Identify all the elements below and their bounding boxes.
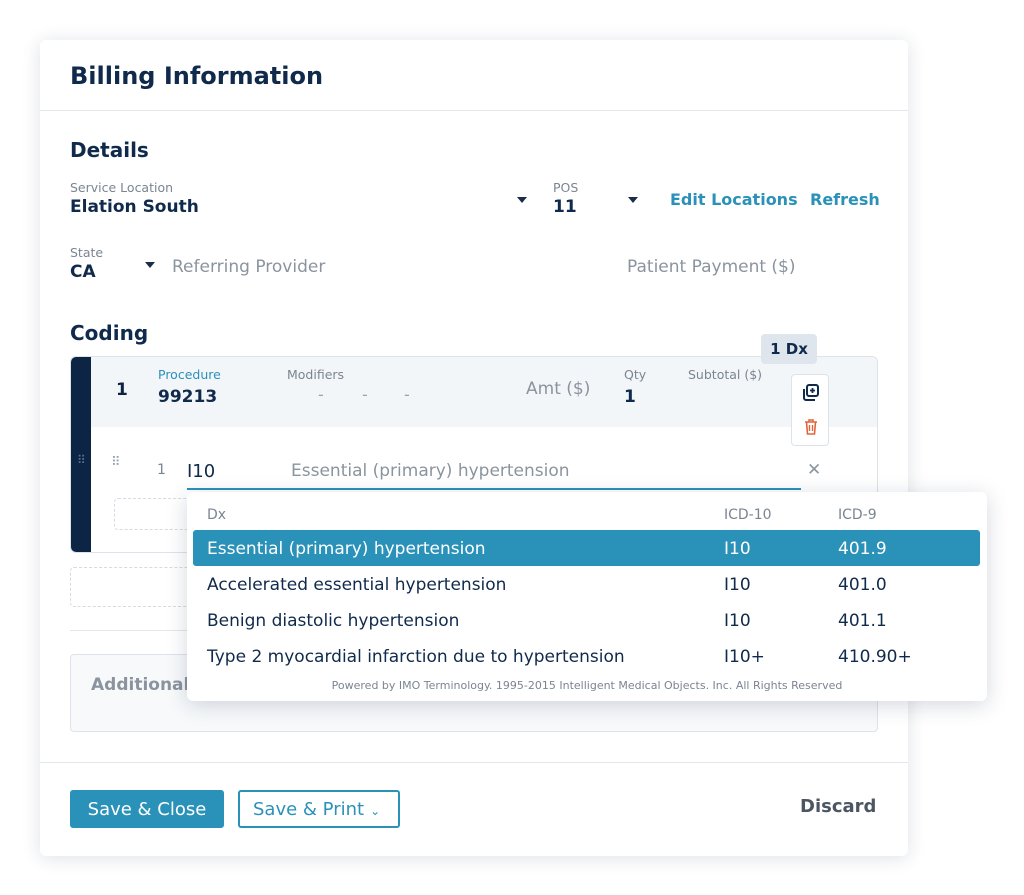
drag-handle-icon[interactable]: ⠿ <box>77 454 87 466</box>
procedure-index: 1 <box>116 380 128 400</box>
billing-card: Billing Information Details Service Loca… <box>40 40 908 856</box>
refresh-link[interactable]: Refresh <box>810 190 880 209</box>
clear-dx-icon[interactable]: ✕ <box>807 460 821 480</box>
chevron-down-icon: ⌄ <box>370 803 381 818</box>
dropdown-header-icd9: ICD-9 <box>838 507 877 523</box>
row-action-column <box>791 374 829 446</box>
option-icd10: I10 <box>724 539 751 559</box>
service-location-select[interactable]: Elation South <box>70 197 199 217</box>
option-dx: Essential (primary) hypertension <box>207 539 486 559</box>
subtotal-label: Subtotal ($) <box>688 367 763 382</box>
edit-locations-link[interactable]: Edit Locations <box>670 190 798 209</box>
state-caret-icon[interactable] <box>145 262 155 268</box>
pos-select[interactable]: 11 <box>553 197 577 217</box>
modifier-3-input[interactable]: - <box>404 385 410 404</box>
service-location-label: Service Location <box>70 180 174 195</box>
option-dx: Accelerated essential hypertension <box>207 575 507 595</box>
patient-payment-input[interactable]: Patient Payment ($) <box>627 257 796 277</box>
qty-input[interactable]: 1 <box>624 387 636 407</box>
dropdown-option[interactable]: Type 2 myocardial infarction due to hype… <box>193 638 980 674</box>
option-dx: Benign diastolic hypertension <box>207 611 460 631</box>
amount-input[interactable]: Amt ($) <box>526 379 590 399</box>
service-location-caret-icon[interactable] <box>517 197 527 203</box>
pos-label: POS <box>553 180 579 195</box>
modifier-2-input[interactable]: - <box>362 385 368 404</box>
option-icd10: I10 <box>724 611 751 631</box>
dropdown-header-icd10: ICD-10 <box>724 507 772 523</box>
coding-drag-bar[interactable]: ⠿ <box>71 357 91 552</box>
dx-code-input[interactable]: I10 <box>187 461 215 482</box>
duplicate-icon[interactable] <box>801 383 821 403</box>
discard-button[interactable]: Discard <box>800 796 876 817</box>
dropdown-attribution: Powered by IMO Terminology. 1995-2015 In… <box>331 679 843 692</box>
dropdown-option[interactable]: Benign diastolic hypertension I10 401.1 <box>193 602 980 638</box>
procedure-label: Procedure <box>158 367 221 382</box>
dropdown-option[interactable]: Essential (primary) hypertension I10 401… <box>193 530 980 566</box>
dropdown-header-dx: Dx <box>207 507 227 523</box>
procedure-input[interactable]: 99213 <box>158 387 217 407</box>
footer-divider <box>40 762 908 763</box>
modifiers-label: Modifiers <box>287 367 345 382</box>
additional-notes-placeholder: Additional I <box>91 675 202 695</box>
state-select[interactable]: CA <box>70 262 96 282</box>
coding-heading: Coding <box>70 321 149 345</box>
option-icd9: 410.90+ <box>838 647 912 667</box>
dx-input-underline <box>187 488 801 490</box>
modifier-1-input[interactable]: - <box>318 385 324 404</box>
dx-suggestion-dropdown: Dx ICD-10 ICD-9 Essential (primary) hype… <box>187 492 987 701</box>
option-icd9: 401.9 <box>838 539 887 559</box>
state-label: State <box>70 245 104 260</box>
save-print-button[interactable]: Save & Print ⌄ <box>238 790 400 828</box>
details-heading: Details <box>70 138 149 162</box>
dx-index: 1 <box>157 462 166 478</box>
option-icd9: 401.1 <box>838 611 887 631</box>
qty-label: Qty <box>624 367 647 382</box>
dx-description-input[interactable]: Essential (primary) hypertension <box>291 461 570 481</box>
page-title: Billing Information <box>70 62 324 90</box>
dx-count-badge[interactable]: 1 Dx <box>761 334 817 364</box>
option-icd9: 401.0 <box>838 575 887 595</box>
option-icd10: I10+ <box>724 647 765 667</box>
option-dx: Type 2 myocardial infarction due to hype… <box>207 647 625 667</box>
header-divider <box>40 110 908 111</box>
option-icd10: I10 <box>724 575 751 595</box>
save-close-button[interactable]: Save & Close <box>70 790 224 828</box>
dx-drag-handle-icon[interactable]: ⠿ <box>111 456 122 469</box>
trash-icon[interactable] <box>801 417 821 437</box>
dropdown-option[interactable]: Accelerated essential hypertension I10 4… <box>193 566 980 602</box>
save-print-label: Save & Print <box>253 798 365 820</box>
pos-caret-icon[interactable] <box>628 197 638 203</box>
referring-provider-input[interactable]: Referring Provider <box>172 257 325 277</box>
